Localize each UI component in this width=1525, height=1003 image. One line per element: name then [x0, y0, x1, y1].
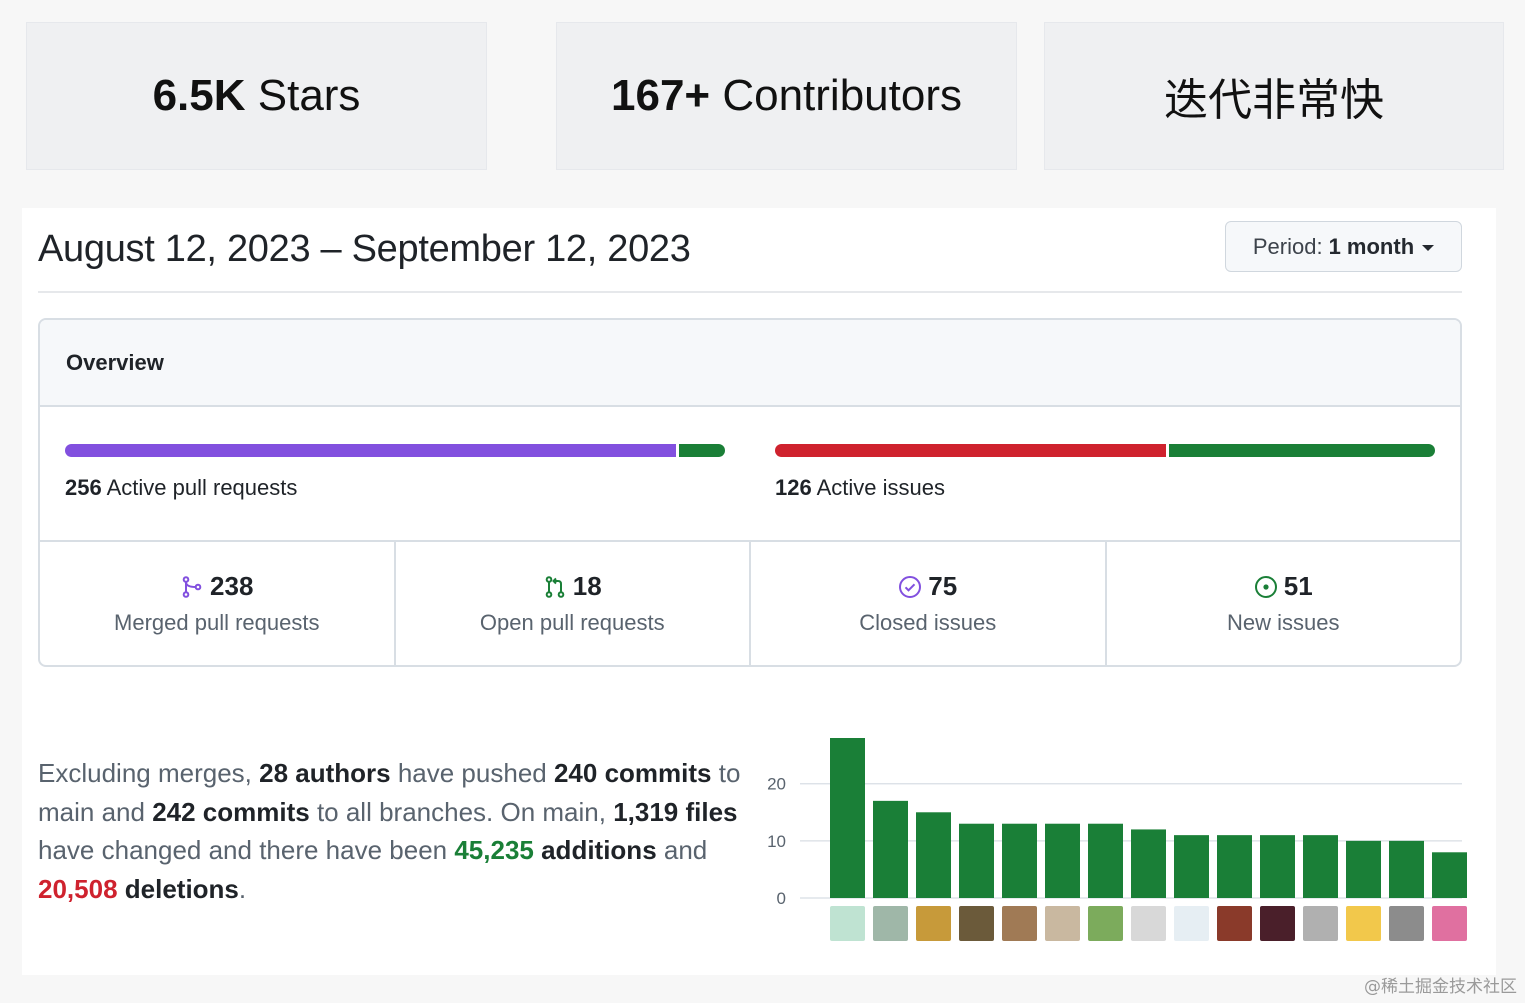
merged-pr-value: 238 — [210, 571, 254, 601]
contributors-label: Contributors — [710, 71, 962, 120]
contributor-avatar[interactable] — [830, 906, 865, 941]
active-issues-link[interactable]: 126 Active issues — [775, 475, 945, 501]
git-merge-icon — [182, 575, 202, 598]
additions-word: additions — [533, 835, 657, 865]
commit-bar[interactable] — [959, 823, 994, 898]
commit-bar[interactable] — [1131, 829, 1166, 898]
issue-opened-icon — [1254, 575, 1277, 598]
merged-pr-segment — [65, 444, 677, 457]
issues-bar[interactable] — [775, 444, 1435, 457]
y-tick-label: 10 — [767, 832, 786, 851]
contributors-value: 167+ — [611, 71, 711, 120]
deletions-count: 20,508 — [38, 873, 118, 904]
additions-count: 45,235 — [454, 835, 534, 865]
git-pull-request-icon — [545, 575, 565, 598]
open-pr-segment — [679, 444, 725, 457]
active-issues-count: 126 — [775, 475, 812, 500]
authors-link[interactable]: 28 authors — [259, 758, 391, 788]
active-issues-label: Active issues — [811, 475, 945, 500]
commit-bar[interactable] — [1174, 835, 1209, 898]
y-tick-label: 20 — [767, 775, 786, 794]
new-issues-segment — [1168, 444, 1435, 457]
overview-box: Overview 256 Active pull requests 126 Ac… — [38, 318, 1462, 667]
watermark: @稀土掘金技术社区 — [1364, 977, 1517, 997]
files-changed-link[interactable]: 1,319 files — [613, 797, 737, 827]
contributor-avatar[interactable] — [1346, 906, 1381, 941]
contributor-avatar[interactable] — [1131, 906, 1166, 941]
y-tick-label: 0 — [777, 889, 786, 908]
new-issues-value: 51 — [1283, 571, 1313, 601]
commit-summary: Excluding merges, 28 authors have pushed… — [38, 758, 741, 904]
commit-bar[interactable] — [1260, 835, 1295, 898]
pull-requests-bar[interactable] — [65, 444, 725, 457]
contributor-avatar[interactable] — [1045, 906, 1080, 941]
commit-bar[interactable] — [1217, 835, 1252, 898]
open-pull-requests-stat[interactable]: 18 Open pull requests — [396, 542, 751, 665]
new-issues-stat[interactable]: 51 New issues — [1107, 542, 1461, 665]
contributor-avatar[interactable] — [1389, 906, 1424, 941]
period-dropdown-button[interactable]: Period: 1 month — [1225, 221, 1462, 272]
open-pr-label: Open pull requests — [479, 610, 665, 635]
commit-bar[interactable] — [1346, 840, 1381, 898]
caret-down-icon — [1422, 244, 1435, 251]
period-value: 1 month — [1328, 233, 1415, 259]
contributor-avatar[interactable] — [1002, 906, 1037, 941]
commit-bar[interactable] — [1088, 823, 1123, 898]
contributor-avatar[interactable] — [959, 906, 994, 941]
contributor-avatar[interactable] — [1217, 906, 1252, 941]
contributor-avatar[interactable] — [916, 906, 951, 941]
header-divider — [38, 291, 1462, 293]
contributor-avatar[interactable] — [1260, 906, 1295, 941]
contributor-avatar[interactable] — [1432, 906, 1467, 941]
stars-card: 6.5K Stars — [26, 22, 487, 170]
closed-issues-segment — [775, 444, 1166, 457]
commit-bar[interactable] — [1303, 835, 1338, 898]
overview-stats: 238 Merged pull requests 18 Open pull re… — [40, 542, 1460, 665]
open-pr-value: 18 — [572, 571, 602, 601]
overview-bars: 256 Active pull requests 126 Active issu… — [40, 407, 1460, 542]
contributor-avatar[interactable] — [873, 906, 908, 941]
merged-pull-requests-stat[interactable]: 238 Merged pull requests — [40, 542, 396, 665]
new-issues-label: New issues — [1227, 610, 1340, 635]
contributors-card: 167+ Contributors — [556, 22, 1017, 170]
commit-bar[interactable] — [1002, 823, 1037, 898]
active-pull-requests-link[interactable]: 256 Active pull requests — [65, 475, 297, 501]
commits-main-link[interactable]: 240 commits — [554, 758, 712, 788]
commit-bar[interactable] — [916, 812, 951, 898]
active-pr-label: Active pull requests — [101, 475, 298, 500]
commit-bar[interactable] — [873, 800, 908, 898]
date-range-title: August 12, 2023 – September 12, 2023 — [38, 228, 691, 270]
iteration-label: 迭代非常快 — [1164, 76, 1384, 125]
contributors-bar-chart: 0 10 20 — [767, 738, 1467, 941]
deletions-word: deletions — [117, 873, 239, 904]
merged-pr-label: Merged pull requests — [114, 610, 320, 635]
issue-closed-icon — [899, 575, 922, 598]
commit-bar[interactable] — [830, 738, 865, 898]
stars-value: 6.5K — [152, 71, 246, 120]
closed-issues-value: 75 — [928, 571, 958, 601]
iteration-card: 迭代非常快 — [1044, 22, 1504, 170]
contributor-avatar[interactable] — [1303, 906, 1338, 941]
closed-issues-stat[interactable]: 75 Closed issues — [751, 542, 1107, 665]
period-label: Period: — [1252, 233, 1323, 259]
overview-heading: Overview — [40, 320, 1460, 407]
closed-issues-label: Closed issues — [859, 610, 997, 635]
commits-all-link[interactable]: 242 commits — [152, 797, 310, 827]
stars-label: Stars — [245, 71, 361, 120]
commit-bar[interactable] — [1045, 823, 1080, 898]
contributor-avatar[interactable] — [1088, 906, 1123, 941]
pulse-panel: August 12, 2023 – September 12, 2023 Per… — [22, 208, 1496, 975]
active-pr-count: 256 — [65, 475, 102, 500]
contributor-avatar[interactable] — [1174, 906, 1209, 941]
commit-bar[interactable] — [1432, 852, 1467, 898]
commit-bar[interactable] — [1389, 840, 1424, 898]
